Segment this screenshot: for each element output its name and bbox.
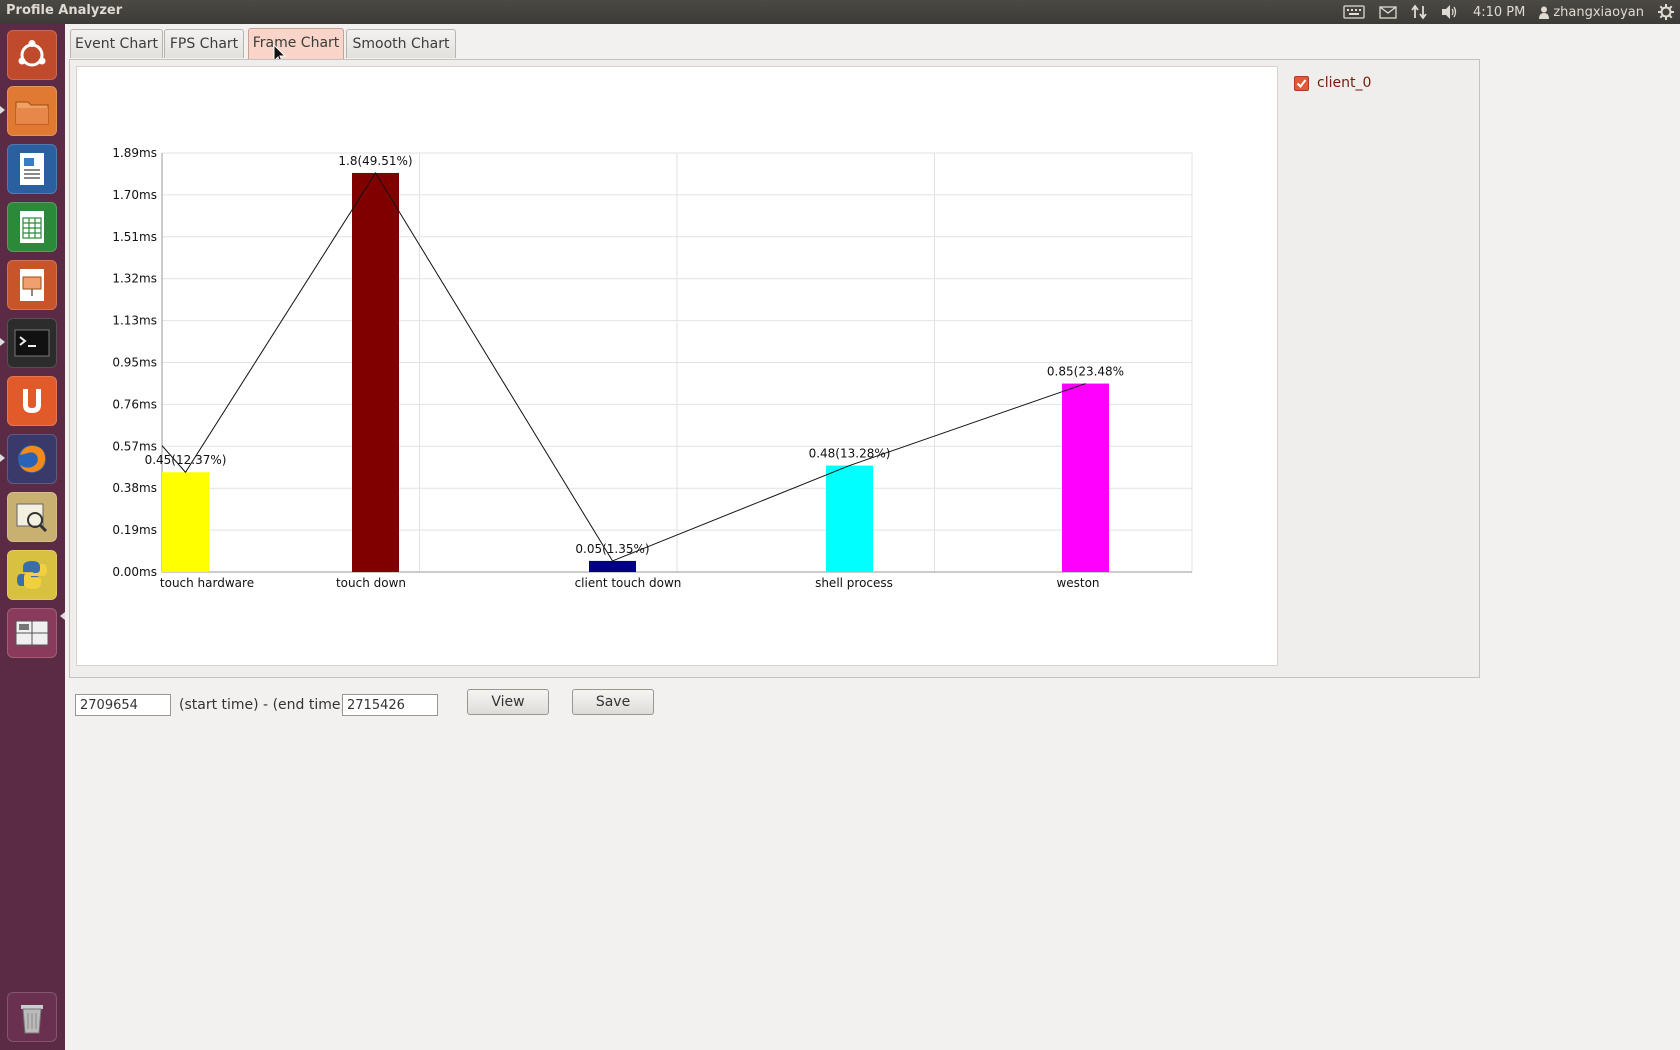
y-tick-label: 0.00ms xyxy=(112,565,157,579)
network-icon[interactable] xyxy=(1411,4,1427,20)
end-time-input[interactable] xyxy=(342,694,438,716)
y-tick-label: 0.95ms xyxy=(112,356,157,370)
time-range-label: (start time) - (end time) xyxy=(179,697,346,713)
ubuntu-dash-icon[interactable] xyxy=(7,30,57,80)
checkmark-icon xyxy=(1296,78,1307,88)
user-name: zhangxiaoyan xyxy=(1553,4,1644,20)
tab-frame-chart[interactable]: Frame Chart xyxy=(248,28,344,59)
terminal-icon[interactable] xyxy=(7,318,57,368)
workspace-switcher-icon[interactable] xyxy=(7,608,57,658)
user-menu[interactable]: zhangxiaoyan xyxy=(1539,5,1644,20)
running-indicator xyxy=(0,454,5,462)
data-label: 1.8(49.51%) xyxy=(338,154,412,168)
python-icon[interactable] xyxy=(7,550,57,600)
panel-indicators: 4:10 PM zhangxiaoyan xyxy=(1343,0,1674,24)
clock[interactable]: 4:10 PM xyxy=(1473,5,1525,20)
chart-bar xyxy=(162,472,209,572)
x-tick-label: weston xyxy=(1056,576,1099,590)
chart-bar xyxy=(1062,383,1109,572)
y-tick-label: 0.19ms xyxy=(112,523,157,537)
data-label: 0.85(23.48% xyxy=(1047,365,1124,379)
y-tick-label: 1.51ms xyxy=(112,230,157,244)
chart-bar xyxy=(352,172,399,572)
top-panel: Profile Analyzer 4:10 PM zhangxiaoyan xyxy=(0,0,1680,24)
x-tick-label: touch hardware xyxy=(160,576,254,590)
data-label: 0.05(1.35%) xyxy=(575,542,649,556)
view-button[interactable]: View xyxy=(467,689,549,715)
gear-icon[interactable] xyxy=(1658,4,1674,20)
impress-icon[interactable] xyxy=(7,260,57,310)
launcher xyxy=(0,24,65,1050)
y-tick-label: 0.76ms xyxy=(112,397,157,411)
data-label: 0.48(13.28%) xyxy=(809,447,891,461)
software-center-icon[interactable] xyxy=(7,376,57,426)
mail-icon[interactable] xyxy=(1379,5,1397,19)
running-indicator xyxy=(60,612,65,620)
writer-icon[interactable] xyxy=(7,144,57,194)
save-button[interactable]: Save xyxy=(572,689,654,715)
legend-client[interactable]: client_0 xyxy=(1294,74,1371,92)
frame-chart-svg: 0.00ms 0.19ms 0.38ms 0.57ms 0.76ms 0.95ms 1.13… xyxy=(112,146,1193,590)
y-tick-label: 1.70ms xyxy=(112,188,157,202)
running-indicator xyxy=(0,106,5,114)
calc-icon[interactable] xyxy=(7,202,57,252)
y-tick-label: 0.57ms xyxy=(112,439,157,453)
x-tick-label: client touch down xyxy=(575,576,682,590)
user-icon xyxy=(1539,6,1550,19)
tab-event-chart[interactable]: Event Chart xyxy=(70,29,163,58)
legend-label: client_0 xyxy=(1317,75,1372,91)
y-tick-label: 0.38ms xyxy=(112,481,157,495)
keyboard-icon[interactable] xyxy=(1343,5,1365,19)
start-time-input[interactable] xyxy=(75,694,171,716)
volume-icon[interactable] xyxy=(1441,4,1459,20)
y-tick-label: 1.32ms xyxy=(112,272,157,286)
window-title: Profile Analyzer xyxy=(6,3,123,18)
tab-smooth-chart[interactable]: Smooth Chart xyxy=(346,29,456,58)
tab-fps-chart[interactable]: FPS Chart xyxy=(164,29,244,58)
files-icon[interactable] xyxy=(7,86,57,136)
running-indicator xyxy=(0,338,5,346)
client-checkbox[interactable] xyxy=(1294,75,1309,91)
y-tick-label: 1.13ms xyxy=(112,314,157,328)
chart-bar xyxy=(589,560,636,572)
trash-icon[interactable] xyxy=(7,992,57,1042)
chart-bar xyxy=(826,465,873,572)
image-viewer-icon[interactable] xyxy=(7,492,57,542)
chart-panel: 0.00ms 0.19ms 0.38ms 0.57ms 0.76ms 0.95ms 1.13… xyxy=(69,59,1480,678)
frame-chart: 0.00ms 0.19ms 0.38ms 0.57ms 0.76ms 0.95ms 1.13… xyxy=(76,66,1278,666)
x-tick-label: shell process xyxy=(815,576,893,590)
series-line xyxy=(161,172,1086,562)
y-tick-label: 1.89ms xyxy=(112,146,157,160)
x-tick-label: touch down xyxy=(336,576,406,590)
data-label: 0.45(12.37%) xyxy=(145,453,227,467)
firefox-icon[interactable] xyxy=(7,434,57,484)
